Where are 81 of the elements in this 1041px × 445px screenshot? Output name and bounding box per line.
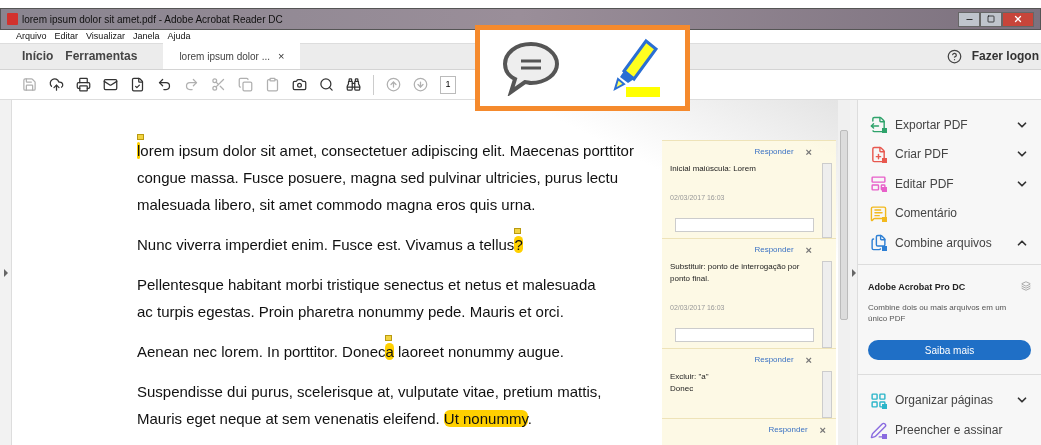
tool-item[interactable]: Combine arquivos: [858, 228, 1041, 258]
menu-item[interactable]: Editar: [54, 29, 79, 44]
reply-link[interactable]: Responder: [768, 424, 808, 436]
promo-text: Combine dois ou mais arquivos em um único PDF: [868, 302, 1008, 324]
delete-comment-button[interactable]: ×: [819, 421, 826, 439]
reply-link[interactable]: Responder: [754, 244, 794, 256]
menu-item[interactable]: Visualizar: [86, 29, 125, 44]
file-check-icon[interactable]: [130, 77, 145, 92]
comment-text: Excluir: "a": [670, 371, 710, 383]
document-tab[interactable]: lorem ipsum dolor ... ×: [163, 43, 301, 69]
camera-icon[interactable]: [292, 77, 307, 92]
menu-item[interactable]: Ajuda: [167, 29, 191, 44]
tool-label: Criar PDF: [895, 146, 950, 164]
comment-scrollbar[interactable]: [822, 163, 832, 238]
tab-close-icon[interactable]: ×: [278, 47, 285, 65]
document-text-line: Pellentesque habitant morbi tristique senectus et netus et malesuada: [137, 275, 596, 295]
comment-scrollbar[interactable]: [822, 261, 832, 348]
tool-label: Editar PDF: [895, 175, 955, 193]
binoculars-icon[interactable]: [346, 77, 361, 92]
promo-title: Adobe Acrobat Pro DC: [868, 280, 966, 294]
help-icon[interactable]: [946, 48, 962, 64]
layers-icon: [1021, 280, 1031, 291]
delete-comment-button[interactable]: ×: [805, 351, 812, 369]
document-text-line: ac turpis egestas. Proin pharetra nonummy pede. Mauris et orci.: [137, 302, 564, 322]
tool-item[interactable]: Criar PDF: [858, 139, 1041, 169]
nav-tab[interactable]: Início: [16, 43, 60, 69]
maximize-button[interactable]: [980, 11, 1002, 27]
menu-item[interactable]: Arquivo: [16, 29, 47, 44]
reply-link[interactable]: Responder: [754, 354, 794, 366]
tool-item[interactable]: Organizar páginas: [858, 385, 1041, 415]
minimize-button[interactable]: [958, 11, 980, 27]
comment-scrollbar[interactable]: [822, 371, 832, 418]
print-icon[interactable]: [76, 77, 91, 92]
cloud-upload-icon[interactable]: [49, 77, 64, 92]
comment-text: Inicial maiúscula: Lorem: [670, 163, 757, 175]
document-text-line: Nunc viverra imperdiet enim. Fusce est. Vivamus a tellus?: [137, 231, 523, 258]
maximize-icon: [987, 15, 995, 23]
comment-icon[interactable]: [501, 40, 562, 96]
file-plus-icon: [870, 145, 887, 163]
tool-label: Organizar páginas: [895, 392, 995, 409]
tool-item[interactable]: Exportar PDF: [858, 110, 1041, 140]
files-icon: [870, 234, 887, 252]
nav-tab[interactable]: Ferramentas: [59, 43, 144, 69]
document-text-line: Suspendisse dui purus, scelerisque at, vulputate vitae, pretium mattis,: [137, 382, 602, 402]
delete-comment-button[interactable]: ×: [805, 143, 812, 161]
document-text-line: congue massa. Fusce posuere, magna sed pulvinar ultricies, purus lectu: [137, 168, 619, 188]
tool-item[interactable]: Editar PDF: [858, 169, 1041, 199]
tool-item[interactable]: Comentário: [858, 198, 1041, 228]
search-icon[interactable]: [319, 77, 334, 92]
tool-label: Exportar PDF: [895, 116, 969, 134]
close-icon: [1013, 14, 1023, 24]
document-text-line: lorem ipsum dolor sit amet, consectetuer adipiscing elit. Maecenas porttitor: [137, 137, 634, 164]
document-text-line: Aenean nec lorem. In porttitor. Doneca laoreet nonummy augue.: [137, 338, 564, 365]
comment-icon: [870, 204, 887, 222]
reply-field[interactable]: [675, 217, 814, 232]
mail-icon[interactable]: [103, 77, 118, 92]
close-button[interactable]: [1002, 11, 1034, 27]
menu-item[interactable]: Janela: [132, 29, 160, 44]
learn-more-button[interactable]: Saiba mais: [868, 340, 1031, 360]
document-text-line: malesuada libero, sit amet commodo magna eros quis urna.: [137, 195, 536, 215]
grid-icon: [870, 391, 887, 409]
pen-icon: [870, 421, 887, 439]
expand-left-icon[interactable]: [3, 268, 8, 277]
reply-link[interactable]: Responder: [754, 146, 794, 158]
tool-label: Combine arquivos: [895, 234, 993, 252]
scrollbar-thumb[interactable]: [840, 130, 848, 320]
comment-text: Donec: [670, 383, 695, 395]
tool-label: Comentário: [895, 205, 959, 223]
delete-comment-button[interactable]: ×: [805, 241, 812, 259]
tool-item[interactable]: Preencher e assinar: [858, 415, 1041, 445]
layout-icon: [870, 175, 887, 193]
pdf-app-icon: [7, 13, 18, 25]
reply-field[interactable]: [675, 327, 814, 342]
window-title: lorem ipsum dolor sit amet.pdf - Adobe Acrobat Reader DC: [22, 12, 284, 27]
document-text-line: Mauris eget neque at sem venenatis eleifend. Ut nonummy.: [137, 409, 532, 429]
tool-label: Preencher e assinar: [895, 422, 1004, 439]
comment-text: Substituir: ponto de interrogação por ponto final.: [670, 261, 801, 285]
sign-in-link[interactable]: Fazer logon: [971, 47, 1039, 65]
export-file-icon: [870, 116, 887, 134]
page-number-field[interactable]: 1: [440, 75, 456, 94]
undo-icon[interactable]: [157, 77, 172, 92]
